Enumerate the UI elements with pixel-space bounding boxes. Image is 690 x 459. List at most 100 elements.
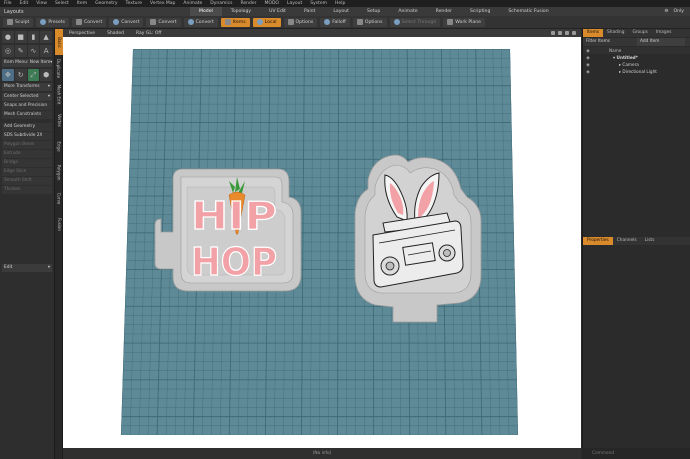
item-row[interactable]: ◉ ▾ Untitled* xyxy=(583,54,690,61)
rotate-tool-icon[interactable]: ↻ xyxy=(14,69,27,81)
panel-tab-channels[interactable]: Channels xyxy=(613,237,641,245)
left-panel-edge-slice[interactable]: Edge Slice xyxy=(2,168,52,176)
left-panel-extrude[interactable]: Extrude xyxy=(2,150,52,158)
left-panel-sds-subdivide-2x[interactable]: SDS Subdivide 2X xyxy=(2,132,52,140)
layout-tab-setup[interactable]: Setup xyxy=(358,7,389,16)
menu-item-edit[interactable]: Edit xyxy=(20,1,29,6)
panel-tab-groups[interactable]: Groups xyxy=(629,29,652,37)
pan-icon[interactable] xyxy=(551,31,555,35)
vertical-tab-duplicate[interactable]: Duplicate xyxy=(55,55,63,81)
pen-tool-icon[interactable]: ✎ xyxy=(14,45,27,57)
toolbar-select-through-button[interactable]: Select Through xyxy=(389,17,441,27)
visibility-eye-icon[interactable]: ◉ xyxy=(583,61,593,68)
hiphop-cookie-cutter[interactable]: HIP HOP xyxy=(154,168,302,292)
vertical-tab-polygon[interactable]: Polygon xyxy=(55,159,63,185)
torus-tool-icon[interactable]: ◎ xyxy=(2,45,14,57)
toolbar-convert-button[interactable]: Convert xyxy=(146,17,181,27)
rotate-view-icon[interactable] xyxy=(565,31,569,35)
item-row[interactable]: ◉ ▸ Camera xyxy=(583,61,690,68)
panel-tab-properties[interactable]: Properties xyxy=(583,237,613,245)
left-panel-bridge[interactable]: Bridge xyxy=(2,159,52,167)
left-panel-polygon-bevel[interactable]: Polygon Bevel xyxy=(2,141,52,149)
menu-item-layout[interactable]: Layout xyxy=(287,1,302,6)
item-menu-dropdown[interactable]: Item Menu: New Item ▾ xyxy=(2,59,52,67)
left-panel-thicken[interactable]: Thicken xyxy=(2,186,52,194)
layout-tab-paint[interactable]: Paint xyxy=(295,7,324,16)
left-panel-mesh-constraints[interactable]: Mesh Constraints xyxy=(2,111,52,119)
left-panel-smooth-shift[interactable]: Smooth Shift xyxy=(2,177,52,185)
toolbar-convert-button[interactable]: Convert xyxy=(183,17,218,27)
menu-item-animate[interactable]: Animate xyxy=(183,1,202,6)
left-panel-center-selected[interactable]: Center Selected ▾ xyxy=(2,93,52,101)
menu-item-item[interactable]: Item xyxy=(77,1,87,6)
filter-items-field[interactable]: Filter Items xyxy=(583,38,637,46)
toolbar-items-button[interactable]: Items xyxy=(220,17,250,27)
menu-item-render[interactable]: Render xyxy=(240,1,256,6)
text-tool-icon[interactable]: A xyxy=(40,45,52,57)
toolbar-local-button[interactable]: Local xyxy=(252,17,281,27)
command-bar[interactable]: Command xyxy=(582,448,690,459)
menu-item-view[interactable]: View xyxy=(36,1,47,6)
layout-tab-animate[interactable]: Animate xyxy=(389,7,426,16)
cone-tool-icon[interactable]: ▲ xyxy=(40,31,52,43)
vertical-tab-vertex[interactable]: Vertex xyxy=(55,107,63,133)
sphere-tool-icon[interactable]: ● xyxy=(2,31,14,43)
menu-item-geometry[interactable]: Geometry xyxy=(95,1,117,6)
visibility-eye-icon[interactable]: ◉ xyxy=(583,68,593,75)
left-panel-snaps-and-precision[interactable]: Snaps and Precision xyxy=(2,102,52,110)
panel-tab-shading[interactable]: Shading xyxy=(603,29,628,37)
vertical-tab-mesh-edit[interactable]: Mesh Edit xyxy=(55,81,63,107)
toolbar-options-button[interactable]: Options xyxy=(352,17,387,27)
toolbar-convert-button[interactable]: Convert xyxy=(72,17,107,27)
panel-tab-items[interactable]: Items xyxy=(583,29,604,37)
command-input[interactable]: Command xyxy=(592,451,614,456)
3d-viewport[interactable]: HIP HOP xyxy=(63,37,581,448)
menu-item-dynamics[interactable]: Dynamics xyxy=(210,1,232,6)
layout-tab-model[interactable]: Model xyxy=(190,7,222,16)
gear-icon[interactable]: ⚙ xyxy=(664,9,668,14)
layout-tab-scripting[interactable]: Scripting xyxy=(461,7,499,16)
vertical-tab-basic[interactable]: Basic xyxy=(55,29,63,55)
scale-tool-icon[interactable]: ⤢ xyxy=(27,69,40,81)
panel-tab-lists[interactable]: Lists xyxy=(641,237,659,245)
vertical-tab-fusion[interactable]: Fusion xyxy=(55,211,63,237)
view-shaded[interactable]: Shaded xyxy=(107,31,124,36)
panel-tab-images[interactable]: Images xyxy=(652,29,676,37)
toolbar-presets-button[interactable]: Presets xyxy=(36,17,70,27)
zoom-icon[interactable] xyxy=(558,31,562,35)
transform-tool-icon[interactable]: ⬢ xyxy=(40,69,52,81)
name-column-header[interactable]: Name xyxy=(593,47,621,54)
menu-item-vertex-map[interactable]: Vertex Map xyxy=(150,1,175,6)
toolbar-convert-button[interactable]: Convert xyxy=(109,17,144,27)
maximize-icon[interactable] xyxy=(572,31,576,35)
toolbar-options-button[interactable]: Options xyxy=(283,17,318,27)
add-item-button[interactable]: Add Item xyxy=(637,38,685,46)
toolbar-falloff-button[interactable]: Falloff xyxy=(320,17,350,27)
vertical-tab-curve[interactable]: Curve xyxy=(55,185,63,211)
view-raygl[interactable]: Ray GL: Off xyxy=(136,31,161,36)
menu-item-texture[interactable]: Texture xyxy=(126,1,142,6)
layout-tab-render[interactable]: Render xyxy=(427,7,461,16)
menu-item-file[interactable]: File xyxy=(4,1,12,6)
curve-tool-icon[interactable]: ∿ xyxy=(27,45,40,57)
menu-item-system[interactable]: System xyxy=(310,1,327,6)
left-panel-more-transforms[interactable]: More Transforms ▾ xyxy=(2,83,52,91)
left-panel-edit[interactable]: Edit ▾ xyxy=(2,264,52,272)
item-row[interactable]: ◉ ▸ Directional Light xyxy=(583,68,690,75)
layout-tab-layout[interactable]: Layout xyxy=(324,7,358,16)
toolbar-work-plane-button[interactable]: Work Plane xyxy=(443,17,485,27)
layout-tab-uv-edit[interactable]: UV Edit xyxy=(260,7,295,16)
menu-item-select[interactable]: Select xyxy=(55,1,69,6)
move-tool-icon[interactable]: ✥ xyxy=(2,69,14,81)
layout-title[interactable]: Layouts xyxy=(0,9,190,15)
layout-tab-topology[interactable]: Topology xyxy=(222,7,260,16)
menu-item-help[interactable]: Help xyxy=(335,1,345,6)
cube-tool-icon[interactable]: ■ xyxy=(14,31,27,43)
left-panel-add-geometry[interactable]: Add Geometry xyxy=(2,123,52,131)
visibility-eye-icon[interactable]: ◉ xyxy=(583,54,593,61)
only-toggle[interactable]: Only xyxy=(673,9,684,14)
view-perspective[interactable]: Perspective xyxy=(69,31,95,36)
vertical-tab-edge[interactable]: Edge xyxy=(55,133,63,159)
toolbar-sculpt-button[interactable]: Sculpt xyxy=(3,17,34,27)
layout-tab-schematic-fusion[interactable]: Schematic Fusion xyxy=(499,7,557,16)
